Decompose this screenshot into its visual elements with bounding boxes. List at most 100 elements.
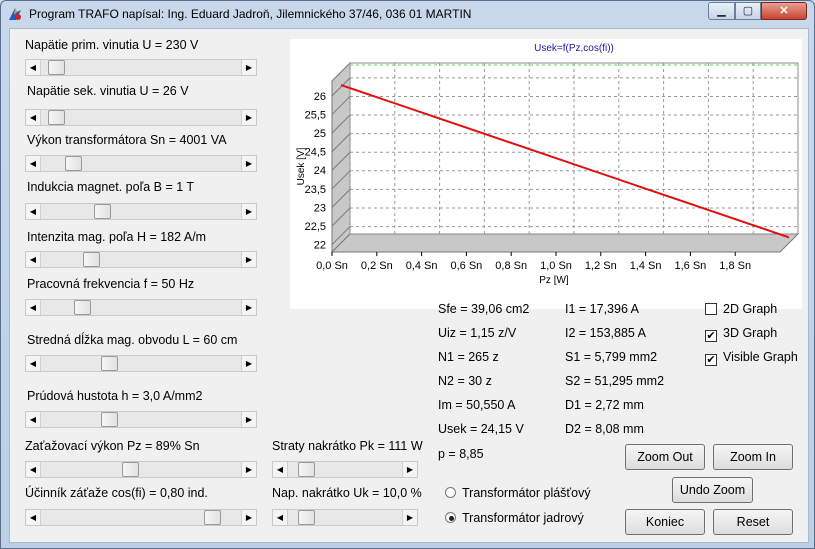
minimize-button[interactable]: ▁ xyxy=(708,2,735,20)
x-tick-label: 0,6 Sn xyxy=(450,260,482,272)
slider-thumb[interactable] xyxy=(101,356,119,371)
slider-label-short-circuit-voltage: Nap. nakrátko Uk = 10,0 % xyxy=(272,486,422,500)
checkbox-3d-graph-box[interactable]: ✔ xyxy=(705,330,717,342)
slider-label-intensity: Intenzita mag. poľa H = 182 A/m xyxy=(27,230,207,244)
x-tick-label: 0,2 Sn xyxy=(361,260,393,272)
scroll-left-arrow-icon[interactable]: ◀ xyxy=(26,356,41,371)
x-tick-label: 1,6 Sn xyxy=(674,260,706,272)
slider-label-power: Výkon transformátora Sn = 4001 VA xyxy=(27,133,227,147)
slider-thumb[interactable] xyxy=(94,204,112,219)
x-tick-label: 1,0 Sn xyxy=(540,260,572,272)
slider-thumb[interactable] xyxy=(121,462,139,477)
scroll-right-arrow-icon[interactable]: ▶ xyxy=(402,510,417,525)
result-n1: N1 = 265 z xyxy=(438,350,499,364)
scroll-left-arrow-icon[interactable]: ◀ xyxy=(26,252,41,267)
zoom-out-button[interactable]: Zoom Out xyxy=(625,444,705,470)
checkbox-2d-graph[interactable]: 2D Graph xyxy=(705,302,777,316)
slider-label-sec-voltage: Napätie sek. vinutia U = 26 V xyxy=(27,84,189,98)
slider-intensity[interactable]: ◀ ▶ xyxy=(25,251,257,268)
y-tick-label: 22 xyxy=(314,240,326,252)
slider-power[interactable]: ◀ ▶ xyxy=(25,155,257,172)
result-sfe: Sfe = 39,06 cm2 xyxy=(438,302,530,316)
scroll-left-arrow-icon[interactable]: ◀ xyxy=(273,462,288,477)
scroll-right-arrow-icon[interactable]: ▶ xyxy=(241,300,256,315)
checkbox-3d-graph[interactable]: ✔ 3D Graph xyxy=(705,326,777,342)
slider-sec-voltage[interactable]: ◀ ▶ xyxy=(25,109,257,126)
radio-jadrovy[interactable]: Transformátor jadrový xyxy=(445,511,584,525)
scroll-left-arrow-icon[interactable]: ◀ xyxy=(26,510,41,525)
checkbox-visible-graph-label: Visible Graph xyxy=(723,350,798,364)
slider-mag-length[interactable]: ◀ ▶ xyxy=(25,355,257,372)
radio-jadrovy-dot[interactable] xyxy=(445,512,456,523)
radio-plastovy-label: Transformátor plášťový xyxy=(462,486,591,500)
scroll-left-arrow-icon[interactable]: ◀ xyxy=(26,110,41,125)
app-icon xyxy=(9,8,21,20)
slider-current-density[interactable]: ◀ ▶ xyxy=(25,411,257,428)
slider-load-power[interactable]: ◀ ▶ xyxy=(25,461,257,478)
slider-prim-voltage[interactable]: ◀ ▶ xyxy=(25,59,257,76)
scroll-left-arrow-icon[interactable]: ◀ xyxy=(273,510,288,525)
slider-thumb[interactable] xyxy=(203,510,221,525)
radio-plastovy-dot[interactable] xyxy=(445,487,456,498)
scroll-left-arrow-icon[interactable]: ◀ xyxy=(26,412,41,427)
reset-button[interactable]: Reset xyxy=(713,509,793,535)
scroll-right-arrow-icon[interactable]: ▶ xyxy=(241,462,256,477)
slider-thumb[interactable] xyxy=(48,110,66,125)
slider-thumb[interactable] xyxy=(297,462,315,477)
checkbox-3d-graph-label: 3D Graph xyxy=(723,326,778,340)
koniec-button[interactable]: Koniec xyxy=(625,509,705,535)
scroll-left-arrow-icon[interactable]: ◀ xyxy=(26,156,41,171)
slider-label-current-density: Prúdová hustota h = 3,0 A/mm2 xyxy=(27,389,203,403)
scroll-left-arrow-icon[interactable]: ◀ xyxy=(26,300,41,315)
scroll-right-arrow-icon[interactable]: ▶ xyxy=(241,510,256,525)
chart: 22 22,5 23 23,5 24 24,5 25 25,5 26 0,0 Sn 0,2 Sn 0,… xyxy=(290,39,802,309)
scroll-left-arrow-icon[interactable]: ◀ xyxy=(26,204,41,219)
checkbox-2d-graph-label: 2D Graph xyxy=(723,302,778,316)
result-p: p = 8,85 xyxy=(438,447,484,461)
close-button[interactable]: ✕ xyxy=(761,2,807,20)
slider-frequency[interactable]: ◀ ▶ xyxy=(25,299,257,316)
checkbox-visible-graph-box[interactable]: ✔ xyxy=(705,354,717,366)
y-tick-label: 22,5 xyxy=(305,221,326,233)
scroll-right-arrow-icon[interactable]: ▶ xyxy=(241,204,256,219)
scroll-right-arrow-icon[interactable]: ▶ xyxy=(241,156,256,171)
slider-short-circuit-voltage[interactable]: ◀ ▶ xyxy=(272,509,418,526)
client-area: Napätie prim. vinutia U = 230 V ◀ ▶ Napätie… xyxy=(9,28,809,543)
x-tick-label: 0,0 Sn xyxy=(316,260,348,272)
scroll-right-arrow-icon[interactable]: ▶ xyxy=(402,462,417,477)
slider-thumb[interactable] xyxy=(297,510,315,525)
undo-zoom-button[interactable]: Undo Zoom xyxy=(672,477,753,503)
slider-thumb[interactable] xyxy=(48,60,66,75)
scroll-right-arrow-icon[interactable]: ▶ xyxy=(241,412,256,427)
scroll-left-arrow-icon[interactable]: ◀ xyxy=(26,60,41,75)
slider-label-load-power: Zaťažovací výkon Pz = 89% Sn xyxy=(25,439,200,453)
scroll-right-arrow-icon[interactable]: ▶ xyxy=(241,252,256,267)
scroll-right-arrow-icon[interactable]: ▶ xyxy=(241,60,256,75)
slider-thumb[interactable] xyxy=(64,156,82,171)
zoom-in-button[interactable]: Zoom In xyxy=(713,444,793,470)
scroll-right-arrow-icon[interactable]: ▶ xyxy=(241,356,256,371)
slider-power-factor[interactable]: ◀ ▶ xyxy=(25,509,257,526)
radio-plastovy[interactable]: Transformátor plášťový xyxy=(445,486,591,500)
result-d2: D2 = 8,08 mm xyxy=(565,422,644,436)
scroll-left-arrow-icon[interactable]: ◀ xyxy=(26,462,41,477)
scroll-right-arrow-icon[interactable]: ▶ xyxy=(241,110,256,125)
title-bar[interactable]: Program TRAFO napísal: Ing. Eduard Jadro… xyxy=(1,1,814,27)
slider-thumb[interactable] xyxy=(83,252,101,267)
y-tick-label: 25 xyxy=(314,128,326,140)
main-window: Program TRAFO napísal: Ing. Eduard Jadro… xyxy=(0,0,815,549)
slider-thumb[interactable] xyxy=(101,412,119,427)
result-d1: D1 = 2,72 mm xyxy=(565,398,644,412)
result-uiz: Uiz = 1,15 z/V xyxy=(438,326,517,340)
maximize-button[interactable]: ▢ xyxy=(735,2,761,20)
chart-floor xyxy=(330,233,800,253)
x-tick-label: 1,8 Sn xyxy=(719,260,751,272)
slider-thumb[interactable] xyxy=(73,300,91,315)
slider-induction[interactable]: ◀ ▶ xyxy=(25,203,257,220)
x-tick-label: 1,2 Sn xyxy=(585,260,617,272)
checkbox-visible-graph[interactable]: ✔ Visible Graph xyxy=(705,350,798,366)
y-tick-label: 23 xyxy=(314,202,326,214)
slider-short-circuit-loss[interactable]: ◀ ▶ xyxy=(272,461,418,478)
checkbox-2d-graph-box[interactable] xyxy=(705,303,717,315)
y-tick-label: 26 xyxy=(314,91,326,103)
